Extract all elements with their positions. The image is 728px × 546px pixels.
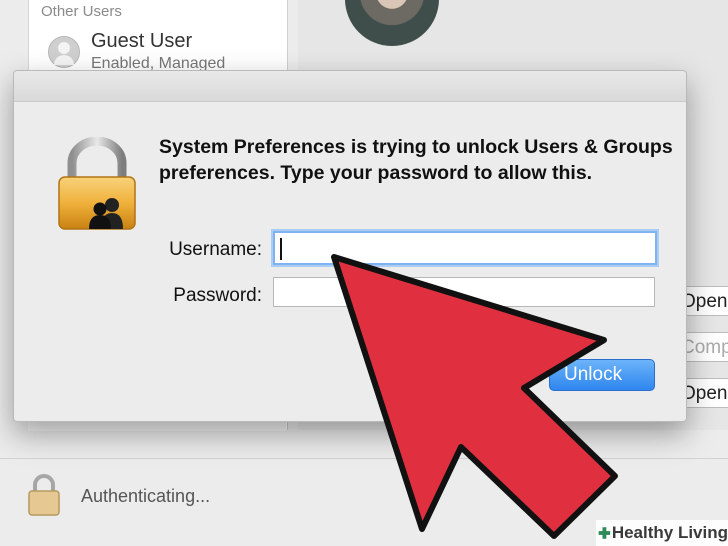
watermark-text: Healthy Living: [611, 523, 728, 542]
red-arrow-overlay: [331, 254, 618, 539]
arrow-shape: [331, 254, 618, 539]
health-cross-icon: [598, 527, 611, 539]
watermark: Healthy Living: [596, 520, 728, 546]
